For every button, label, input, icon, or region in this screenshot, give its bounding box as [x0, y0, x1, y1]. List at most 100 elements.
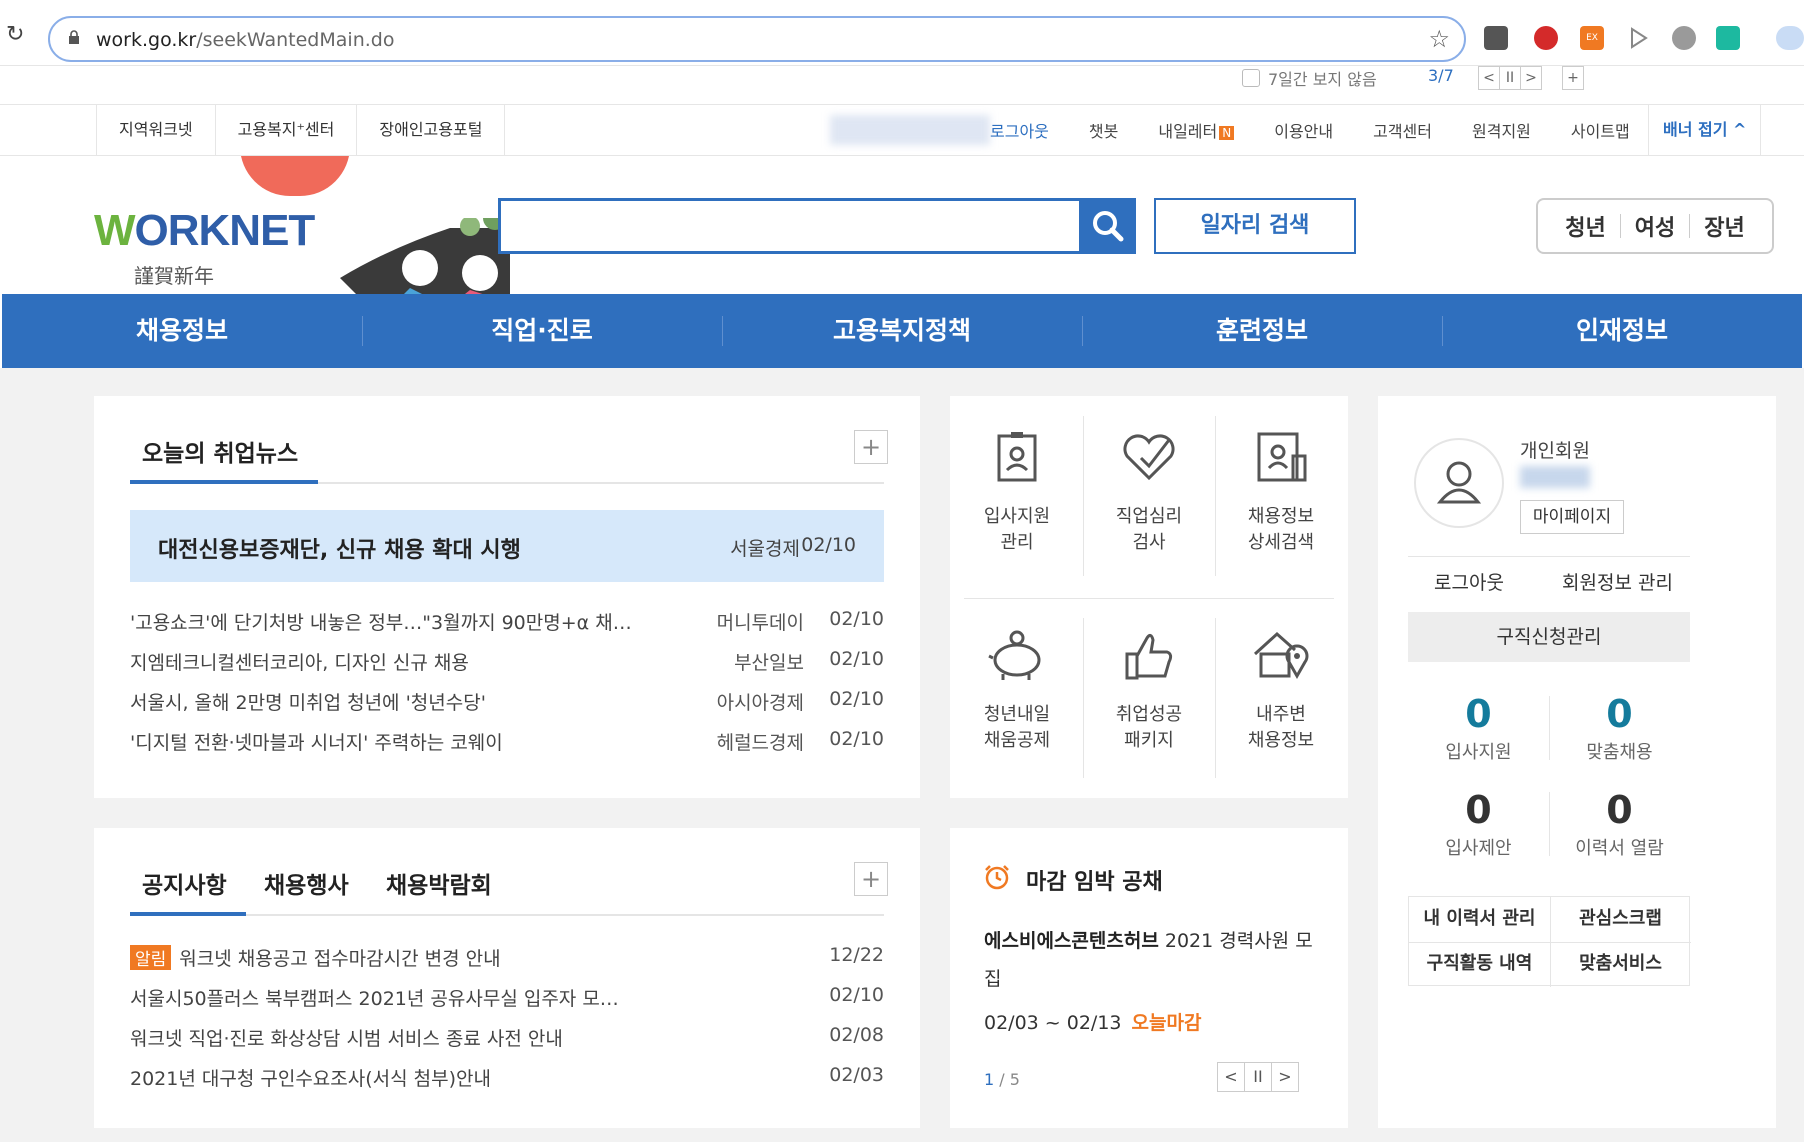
worknet-logo[interactable]: WORKNET 謹賀新年 [90, 156, 510, 294]
notice-item[interactable]: 워크넷 직업·진로 화상상담 시범 서비스 종료 사전 안내 02/08 [130, 1024, 884, 1054]
customer-center-link[interactable]: 고객센터 [1373, 118, 1432, 142]
menu-label: 직업심리 검사 [1115, 506, 1183, 553]
nav-career[interactable]: 직업·진로 [362, 294, 722, 368]
stat-applications[interactable]: 0 입사지원 [1408, 692, 1549, 764]
notice-item-title: 서울시50플러스 북부캠퍼스 2021년 공유사무실 입주자 모… [130, 988, 619, 1010]
extension-icon[interactable]: EX [1580, 26, 1604, 50]
link-regional-worknet[interactable]: 지역워크넷 [96, 105, 216, 155]
news-title[interactable]: 오늘의 취업뉴스 [142, 434, 298, 468]
news-item-source: 머니투데이 [716, 612, 804, 634]
stat-offers[interactable]: 0 입사제안 [1408, 788, 1549, 860]
women-button[interactable]: 여성 [1635, 210, 1675, 242]
divider [1215, 618, 1216, 778]
banner-next-button[interactable]: > [1520, 66, 1542, 90]
stat-resume-views[interactable]: 0 이력서 열람 [1549, 788, 1690, 860]
banner-pause-button[interactable]: II [1499, 66, 1521, 90]
stat-matched-jobs[interactable]: 0 맞춤채용 [1549, 692, 1690, 764]
nav-recruitment[interactable]: 채용정보 [2, 294, 362, 368]
scrap-link[interactable]: 관심스크랩 [1550, 897, 1691, 942]
link-employment-welfare-center[interactable]: 고용복지⁺센터 [216, 105, 358, 155]
avatar [1414, 438, 1504, 528]
search-button[interactable] [1080, 198, 1136, 254]
news-item-source: 헤럴드경제 [716, 732, 804, 754]
thumbs-up-icon [1125, 633, 1173, 680]
active-tab-indicator [130, 912, 246, 916]
piggy-bank-icon [988, 630, 1041, 680]
address-bar[interactable]: work.go.kr/seekWantedMain.do ☆ [48, 16, 1466, 62]
menu-label: 청년내일 채움공제 [983, 704, 1051, 751]
family-site-links: 지역워크넷 고용복지⁺센터 장애인고용포털 [96, 105, 506, 155]
stat-label: 맞춤채용 [1586, 742, 1653, 763]
logout-link[interactable]: 로그아웃 [990, 118, 1049, 142]
extension-icon[interactable] [1484, 26, 1508, 50]
member-logout-link[interactable]: 로그아웃 [1434, 568, 1504, 595]
stat-value: 0 [1606, 788, 1633, 832]
bookmark-star-icon[interactable]: ☆ [1428, 25, 1450, 53]
deadline-next-button[interactable]: > [1271, 1062, 1299, 1092]
hide-7days-checkbox[interactable] [1242, 69, 1260, 87]
menu-detailed-search[interactable]: 채용정보 상세검색 [1219, 426, 1343, 556]
deadline-job-link[interactable]: 에스비에스콘텐츠허브 2021 경력사원 모집 [984, 922, 1314, 998]
news-item[interactable]: 서울시, 올해 2만명 미취업 청년에 '청년수당' 아시아경제 02/10 [130, 688, 884, 718]
nav-welfare-policy[interactable]: 고용복지정책 [722, 294, 1082, 368]
news-item[interactable]: '고용쇼크'에 단기처방 내놓은 정부…"3월까지 90만명+α 채… 머니투데… [130, 608, 884, 638]
news-more-button[interactable]: + [854, 430, 888, 464]
menu-success-package[interactable]: 취업성공 패키지 [1087, 624, 1211, 754]
nav-talent[interactable]: 인재정보 [1442, 294, 1802, 368]
notice-item[interactable]: 2021년 대구청 구인수요조사(서식 첨부)안내 02/03 [130, 1064, 884, 1094]
sitemap-link[interactable]: 사이트맵 [1571, 118, 1630, 142]
tab-notice[interactable]: 공지사항 [142, 866, 227, 900]
banner-fold-button[interactable]: 배너 접기 ^ [1648, 105, 1762, 155]
deadline-pager: < II > [1217, 1062, 1299, 1092]
deadline-prev-button[interactable]: < [1217, 1062, 1245, 1092]
notice-item-title: 2021년 대구청 구인수요조사(서식 첨부)안내 [130, 1068, 491, 1090]
tab-recruit-events[interactable]: 채용행사 [264, 866, 349, 900]
play-extension-icon[interactable] [1626, 26, 1650, 50]
news-headline[interactable]: 대전신용보증재단, 신규 채용 확대 시행 서울경제 02/10 [130, 510, 884, 582]
stat-value: 0 [1465, 692, 1492, 736]
chatbot-link[interactable]: 챗봇 [1089, 118, 1118, 142]
nav-training[interactable]: 훈련정보 [1082, 294, 1442, 368]
tab-job-fair[interactable]: 채용박람회 [386, 866, 492, 900]
deadline-pause-button[interactable]: II [1244, 1062, 1272, 1092]
reload-icon[interactable]: ↻ [6, 22, 24, 47]
banner-prev-button[interactable]: < [1478, 66, 1500, 90]
news-item[interactable]: '디지털 전환·넷마블과 시너지' 주력하는 코웨이 헤럴드경제 02/10 [130, 728, 884, 758]
notice-panel: 공지사항 채용행사 채용박람회 + 알림 워크넷 채용공고 접수마감시간 변경 안… [94, 828, 920, 1128]
my-resume-link[interactable]: 내 이력서 관리 [1409, 897, 1550, 942]
notice-item-date: 12/22 [829, 944, 884, 966]
custom-service-link[interactable]: 맞춤서비스 [1550, 942, 1691, 987]
headline-title: 대전신용보증재단, 신규 채용 확대 시행 [158, 538, 521, 563]
letter-link[interactable]: 내일레터 N [1158, 118, 1235, 142]
new-year-greeting: 謹賀新年 [134, 264, 214, 288]
profile-icon[interactable] [1776, 26, 1804, 50]
menu-aptitude-test[interactable]: 직업심리 검사 [1087, 426, 1211, 556]
extension-icon[interactable] [1672, 26, 1696, 50]
notice-item[interactable]: 서울시50플러스 북부캠퍼스 2021년 공유사무실 입주자 모… 02/10 [130, 984, 884, 1014]
job-search-button[interactable]: 일자리 검색 [1154, 198, 1356, 254]
link-disabled-employment-portal[interactable]: 장애인고용포털 [357, 105, 506, 155]
extension-icon[interactable] [1534, 26, 1558, 50]
menu-applicant-management[interactable]: 입사지원 관리 [955, 426, 1079, 556]
banner-plus-button[interactable]: + [1562, 66, 1584, 90]
job-application-management-button[interactable]: 구직신청관리 [1408, 612, 1690, 662]
news-item[interactable]: 지엠테크니컬센터코리아, 디자인 신규 채용 부산일보 02/10 [130, 648, 884, 678]
menu-nearby-jobs[interactable]: 내주변 채용정보 [1219, 624, 1343, 754]
menu-youth-savings[interactable]: 청년내일 채움공제 [955, 624, 1079, 754]
youth-button[interactable]: 청년 [1565, 210, 1605, 242]
notice-item[interactable]: 알림 워크넷 채용공고 접수마감시간 변경 안내 12/22 [130, 944, 884, 974]
user-icon [1436, 461, 1482, 504]
news-item-title: 서울시, 올해 2만명 미취업 청년에 '청년수당' [130, 692, 486, 714]
extension-icon[interactable] [1716, 26, 1740, 50]
news-item-title: '디지털 전환·넷마블과 시너지' 주력하는 코웨이 [130, 732, 503, 754]
senior-button[interactable]: 장년 [1704, 210, 1744, 242]
mypage-button[interactable]: 마이페이지 [1520, 500, 1624, 534]
search-input[interactable] [498, 198, 1082, 254]
utility-bar: 지역워크넷 고용복지⁺센터 장애인고용포털 로그아웃 챗봇 내일레터 N 이용안내… [0, 104, 1804, 156]
member-info-link[interactable]: 회원정보 관리 [1562, 568, 1673, 595]
notice-more-button[interactable]: + [854, 862, 888, 896]
remote-support-link[interactable]: 원격지원 [1472, 118, 1531, 142]
job-activity-link[interactable]: 구직활동 내역 [1409, 942, 1550, 987]
guide-link[interactable]: 이용안내 [1274, 118, 1333, 142]
letter-label: 내일레터 [1158, 122, 1218, 141]
